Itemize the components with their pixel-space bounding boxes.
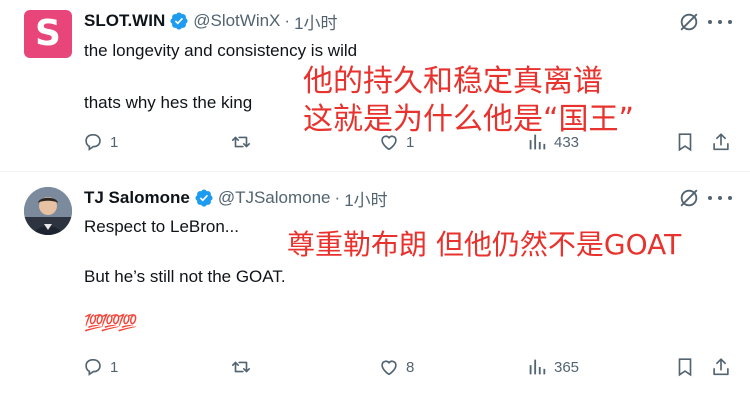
avatar[interactable]: S bbox=[24, 10, 72, 58]
timestamp[interactable]: 1小时 bbox=[344, 186, 387, 211]
like-count: 8 bbox=[406, 358, 415, 376]
grok-icon[interactable] bbox=[678, 187, 700, 209]
tweet-header: TJ Salomone @TJSalomone · 1小时 bbox=[84, 186, 388, 210]
verified-badge-icon bbox=[195, 189, 213, 207]
verified-badge-icon bbox=[170, 12, 188, 30]
like-button[interactable]: 8 bbox=[378, 353, 414, 381]
bookmark-icon bbox=[678, 358, 692, 377]
tweet-text-line: But he’s still not the GOAT. bbox=[84, 267, 286, 286]
avatar-photo bbox=[24, 187, 72, 235]
views-count: 433 bbox=[554, 133, 580, 151]
retweet-button[interactable] bbox=[230, 353, 252, 381]
views-icon bbox=[529, 134, 546, 150]
tweet-text-line: Respect to LeBron... bbox=[84, 217, 239, 236]
overlay-caption: 尊重勒布朗 但他仍然不是GOAT bbox=[287, 228, 682, 261]
hundred-emoji-line: 💯💯💯 bbox=[84, 315, 138, 332]
views-count: 365 bbox=[554, 358, 580, 376]
bookmark-icon bbox=[678, 133, 692, 152]
share-icon bbox=[713, 133, 729, 151]
share-button[interactable] bbox=[710, 128, 732, 156]
reply-button[interactable]: 1 bbox=[82, 353, 118, 381]
reply-icon bbox=[85, 359, 101, 376]
user-handle[interactable]: @TJSalomone bbox=[218, 188, 331, 208]
user-handle[interactable]: @SlotWinX bbox=[193, 11, 280, 31]
separator-dot: · bbox=[284, 11, 291, 30]
retweet-button[interactable] bbox=[230, 128, 252, 156]
retweet-icon bbox=[231, 361, 251, 373]
avatar[interactable] bbox=[24, 187, 72, 235]
action-bar: 1 1 433 bbox=[78, 128, 738, 156]
reply-button[interactable]: 1 bbox=[82, 128, 118, 156]
bookmark-button[interactable] bbox=[674, 128, 696, 156]
display-name[interactable]: SLOT.WIN bbox=[84, 11, 165, 31]
bookmark-button[interactable] bbox=[674, 353, 696, 381]
share-button[interactable] bbox=[710, 353, 732, 381]
tweet-slotwin[interactable]: S SLOT.WIN @SlotWinX · 1小时 the longevity… bbox=[0, 0, 750, 172]
more-icon[interactable] bbox=[708, 196, 732, 202]
reply-count: 1 bbox=[110, 358, 119, 376]
action-bar: 1 8 365 bbox=[78, 353, 738, 381]
views-button[interactable]: 365 bbox=[526, 353, 579, 381]
retweet-icon bbox=[231, 136, 251, 148]
reply-count: 1 bbox=[110, 133, 119, 151]
reply-icon bbox=[85, 134, 101, 151]
display-name[interactable]: TJ Salomone bbox=[84, 188, 190, 208]
views-button[interactable]: 433 bbox=[526, 128, 579, 156]
tweet-tjsalomone[interactable]: TJ Salomone @TJSalomone · 1小时 Respect to… bbox=[0, 173, 750, 402]
timestamp[interactable]: 1小时 bbox=[294, 9, 337, 34]
slot-logo-letter: S bbox=[35, 13, 61, 54]
separator-dot: · bbox=[334, 188, 341, 207]
like-button[interactable]: 1 bbox=[378, 128, 414, 156]
tweet-text-line: thats why hes the king bbox=[84, 93, 253, 112]
like-count: 1 bbox=[406, 133, 415, 151]
share-icon bbox=[713, 358, 729, 376]
like-icon bbox=[381, 135, 397, 151]
grok-icon[interactable] bbox=[678, 11, 700, 33]
like-icon bbox=[381, 360, 397, 376]
tweet-header: SLOT.WIN @SlotWinX · 1小时 bbox=[84, 9, 338, 33]
more-icon[interactable] bbox=[708, 20, 732, 26]
views-icon bbox=[529, 359, 546, 375]
